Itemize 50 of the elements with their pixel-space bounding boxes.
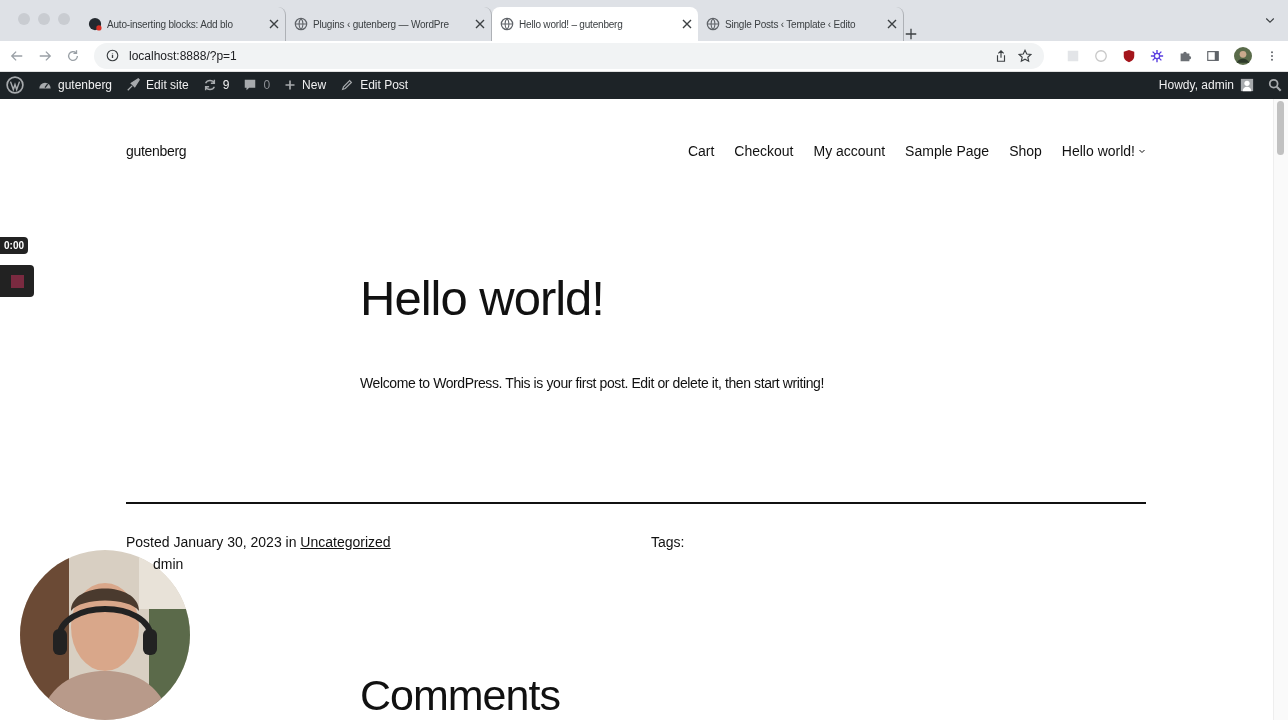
edit-site-link[interactable]: Edit site: [126, 78, 189, 93]
post-title: Hello world!: [360, 270, 605, 327]
comments-heading: Comments: [360, 670, 561, 720]
nav-link[interactable]: Hello world!: [1061, 143, 1146, 159]
reload-icon[interactable]: [66, 48, 80, 63]
nav-link[interactable]: Checkout: [734, 143, 794, 159]
comments-link[interactable]: 0: [243, 78, 271, 93]
browser-tab[interactable]: Hello world! – gutenberg: [492, 7, 698, 42]
close-icon[interactable]: [887, 19, 897, 30]
pencil-icon: [340, 78, 355, 93]
globe-icon: [294, 17, 308, 32]
globe-icon: [706, 17, 720, 32]
wordpress-icon[interactable]: [6, 76, 24, 95]
category-link[interactable]: Uncategorized: [300, 534, 391, 550]
plus-icon: [284, 79, 297, 92]
avatar-icon[interactable]: [1234, 46, 1252, 65]
updates-link[interactable]: 9: [202, 78, 230, 93]
edit-post-link[interactable]: Edit Post: [340, 78, 409, 93]
shield-icon[interactable]: [1122, 48, 1136, 63]
address-bar[interactable]: localhost:8888/?p=1: [94, 42, 1044, 69]
tags-label: Tags:: [651, 534, 686, 550]
site-title[interactable]: gutenberg: [126, 143, 187, 159]
nav-link[interactable]: My account: [813, 143, 886, 159]
user-icon: [1240, 78, 1254, 93]
globe-icon: [500, 17, 514, 32]
recording-timer: 0:00: [0, 237, 28, 254]
close-icon[interactable]: [682, 19, 692, 30]
close-icon[interactable]: [475, 19, 485, 30]
nav-link[interactable]: Cart: [687, 143, 715, 159]
star-icon[interactable]: [1018, 48, 1032, 63]
site-link[interactable]: gutenberg: [38, 78, 113, 93]
github-icon: [88, 17, 102, 32]
info-icon: [106, 49, 119, 63]
account-link[interactable]: Howdy, admin: [1158, 78, 1254, 93]
nav-link[interactable]: Shop: [1009, 143, 1042, 159]
nav-link[interactable]: Sample Page: [905, 143, 990, 159]
scrollbar[interactable]: [1273, 99, 1288, 720]
close-icon[interactable]: [269, 19, 279, 30]
post-date: Posted January 30, 2023 in: [126, 534, 297, 550]
side-panel-icon[interactable]: [1206, 48, 1220, 63]
search-icon[interactable]: [1268, 78, 1282, 93]
sunburst-icon[interactable]: [1150, 48, 1164, 63]
post-author: dmin: [152, 556, 185, 572]
refresh-icon: [202, 78, 217, 93]
chevron-down-icon: [1138, 147, 1146, 155]
brush-icon: [126, 78, 141, 93]
post-body: Welcome to WordPress. This is your first post. Edit or delete it, then start writing!: [360, 375, 825, 391]
new-link[interactable]: New: [284, 78, 327, 93]
share-icon[interactable]: [994, 48, 1008, 63]
plus-icon[interactable]: [904, 27, 918, 42]
